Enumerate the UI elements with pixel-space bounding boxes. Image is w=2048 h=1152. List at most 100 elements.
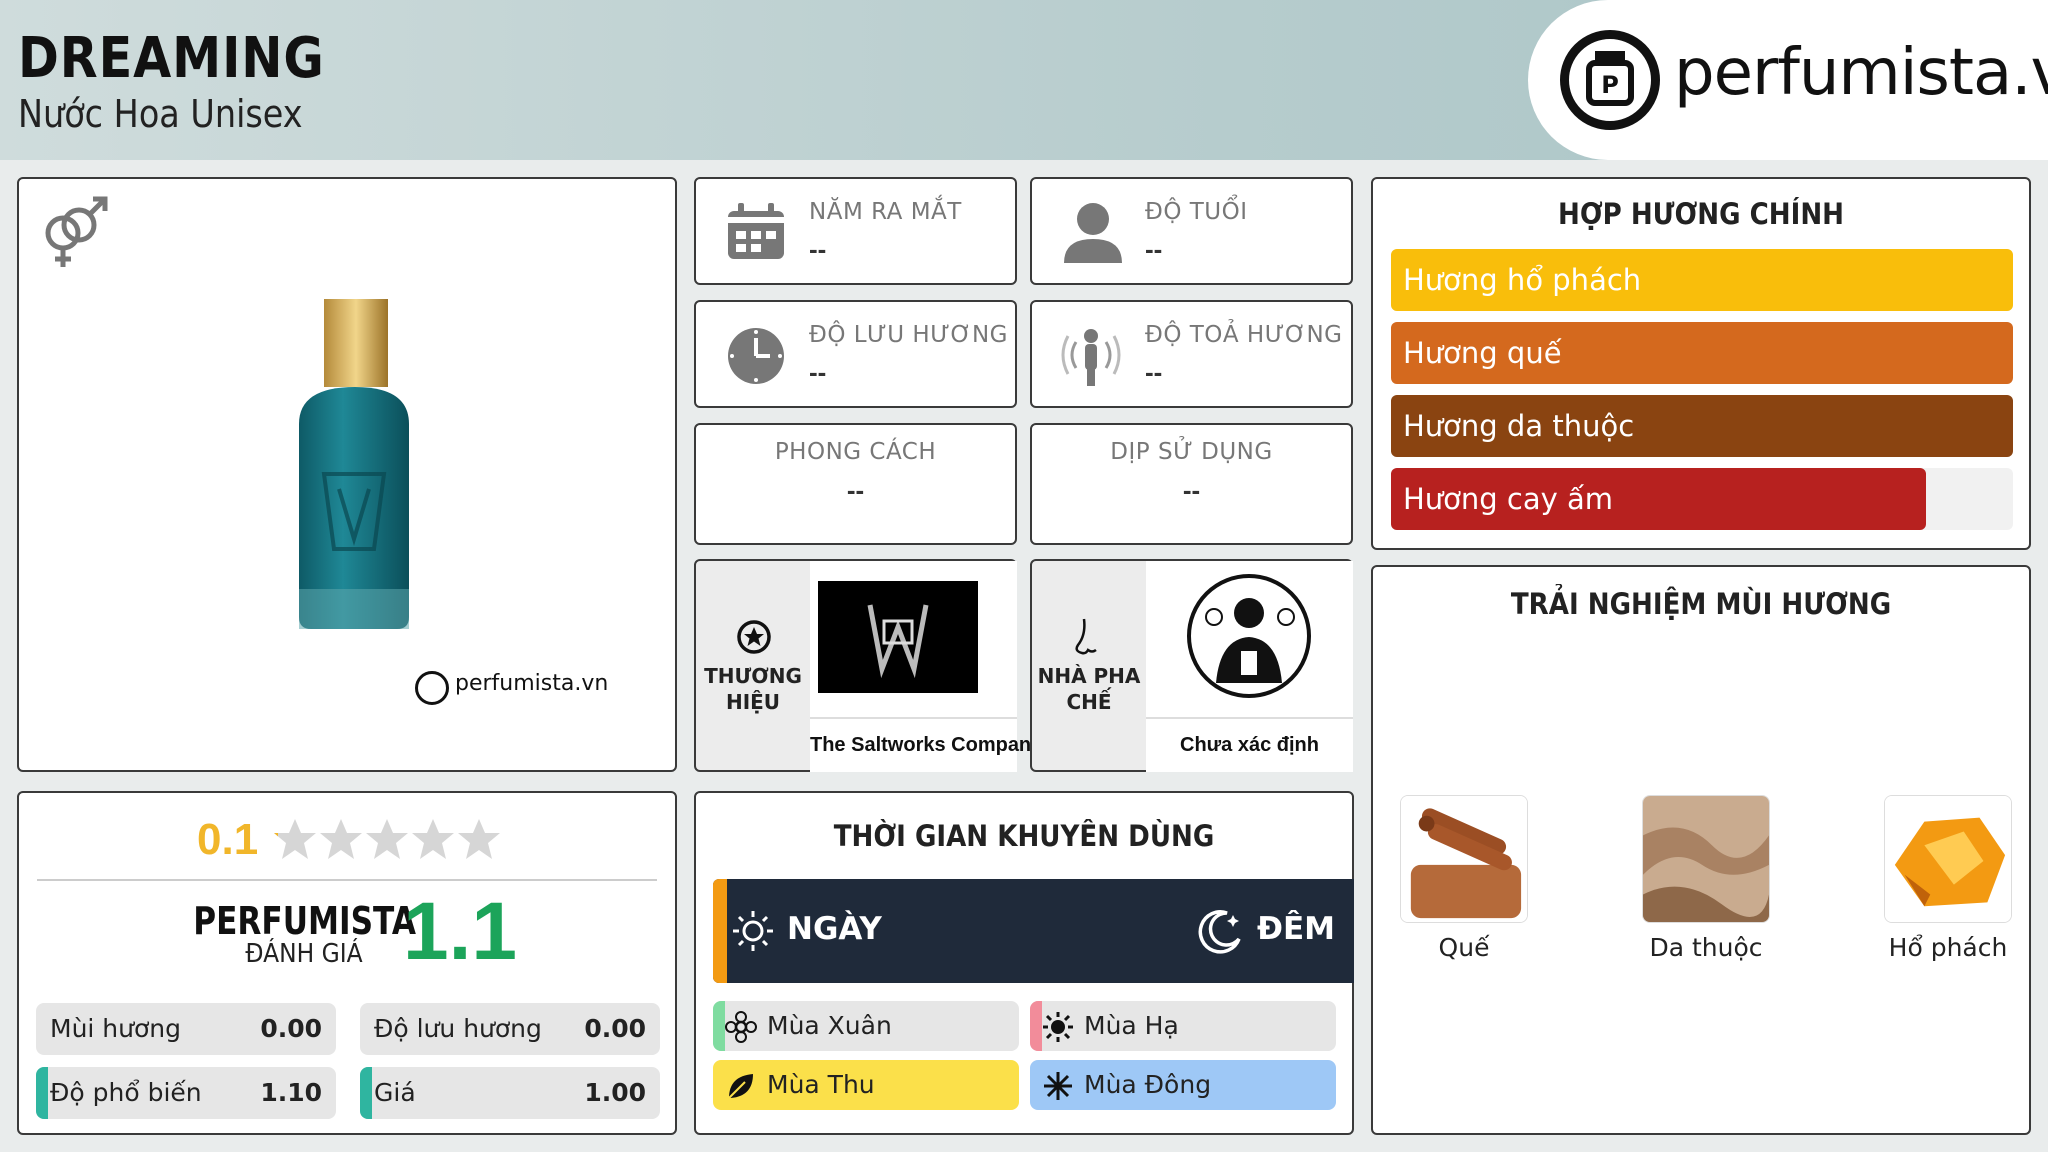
accord-bar: Hương hổ phách xyxy=(1391,249,2013,311)
metric-value: 1.10 xyxy=(260,1078,322,1107)
unisex-icon xyxy=(45,196,108,267)
star-rating[interactable] xyxy=(273,817,503,866)
style-value: -- xyxy=(846,475,865,505)
user-score: 0.1 xyxy=(197,815,259,864)
metric-value: 0.00 xyxy=(584,1014,646,1043)
star-icon[interactable] xyxy=(411,817,455,861)
brand-logo-image xyxy=(818,581,978,693)
perfumista-score: 1.1 xyxy=(403,886,517,977)
recommended-time-title: THỜI GIAN KHUYÊN DÙNG xyxy=(833,819,1215,853)
metric-label: Mùi hương xyxy=(50,1014,182,1043)
sun-icon xyxy=(733,911,773,951)
calendar-icon xyxy=(728,203,784,259)
sillage-card: ĐỘ TOẢ HƯƠNG -- xyxy=(1030,300,1353,408)
perfumista-label: PERFUMISTA xyxy=(193,899,417,943)
metric-popularity: Độ phổ biến 1.10 xyxy=(36,1067,336,1119)
metric-price: Giá 1.00 xyxy=(360,1067,660,1119)
ingredient-label: Hổ phách xyxy=(1888,933,2008,962)
perfumer-card: NHÀ PHA CHẾ Chưa xác định xyxy=(1030,559,1353,772)
flower-icon xyxy=(725,1011,757,1043)
brand-name[interactable]: The Saltworks Company xyxy=(810,717,1042,772)
season-summer: Mùa Hạ xyxy=(1030,1001,1336,1051)
clock-icon xyxy=(728,328,784,384)
style-label: PHONG CÁCH xyxy=(774,439,937,465)
ingredient-label: Da thuộc xyxy=(1649,933,1763,962)
metric-value: 1.00 xyxy=(584,1078,646,1107)
metric-label: Độ lưu hương xyxy=(374,1014,542,1043)
launch-year-value: -- xyxy=(809,234,827,264)
metric-label: Độ phổ biến xyxy=(50,1078,202,1107)
svg-text:P: P xyxy=(1601,71,1619,99)
season-winter: Mùa Đông xyxy=(1030,1060,1336,1110)
moon-icon xyxy=(1198,910,1241,954)
divider xyxy=(37,879,657,881)
style-card: PHONG CÁCH -- xyxy=(694,423,1017,545)
launch-year-label: NĂM RA MẮT xyxy=(809,199,962,225)
leaf-icon xyxy=(728,1074,753,1099)
season-label: Mùa Hạ xyxy=(1084,1011,1179,1040)
longevity-label: ĐỘ LƯU HƯƠNG xyxy=(809,322,1008,348)
product-card: perfumista.vn xyxy=(17,177,677,772)
accord-bar: Hương cay ấm xyxy=(1391,468,1926,530)
snowflake-icon xyxy=(1044,1072,1072,1100)
brand-label-line2: HIỆU xyxy=(725,690,781,714)
day-night-bar: NGÀY ĐÊM xyxy=(713,879,1354,983)
main-accords-title: HỢP HƯƠNG CHÍNH xyxy=(1557,197,1845,231)
brand-label-line1: THƯƠNG xyxy=(704,664,802,688)
sillage-value: -- xyxy=(1145,357,1163,387)
star-badge-icon xyxy=(737,620,771,654)
perfumer-name[interactable]: Chưa xác định xyxy=(1146,717,1353,772)
sun-icon xyxy=(1043,1012,1073,1042)
age-card: ĐỘ TUỔI -- xyxy=(1030,177,1353,285)
ingredient-label: Quế xyxy=(1438,933,1490,962)
season-label: Mùa Thu xyxy=(767,1070,875,1099)
leather-image xyxy=(1642,795,1770,923)
longevity-card: ĐỘ LƯU HƯƠNG -- xyxy=(694,300,1017,408)
perfumer-label-line2: CHẾ xyxy=(1066,690,1112,714)
page-title: DREAMING xyxy=(18,26,325,91)
star-icon[interactable] xyxy=(319,817,363,861)
perfume-bottle-image xyxy=(299,299,409,629)
metric-scent: Mùi hương 0.00 xyxy=(36,1003,336,1055)
accord-bar: Hương da thuộc xyxy=(1391,395,2013,457)
person-icon xyxy=(1064,203,1122,263)
occasion-label: DỊP SỬ DỤNG xyxy=(1110,439,1273,465)
star-icon[interactable] xyxy=(273,817,317,861)
star-rating-fill xyxy=(273,817,278,861)
metric-label: Giá xyxy=(374,1078,416,1107)
nose-icon xyxy=(1075,618,1097,655)
main-accords-card: HỢP HƯƠNG CHÍNH Hương hổ phách Hương quế… xyxy=(1371,177,2031,550)
accord-label: Hương cay ấm xyxy=(1403,482,1614,516)
cinnamon-image xyxy=(1400,795,1528,923)
sillage-label: ĐỘ TOẢ HƯƠNG xyxy=(1145,322,1343,348)
recommended-time-card: THỜI GIAN KHUYÊN DÙNG NGÀY ĐÊM Mùa Xuân … xyxy=(694,791,1354,1135)
accord-label: Hương da thuộc xyxy=(1403,409,1635,443)
brand-logo-area xyxy=(810,561,1017,717)
metric-longevity: Độ lưu hương 0.00 xyxy=(360,1003,660,1055)
day-label: NGÀY xyxy=(787,911,882,947)
scent-experience-card: TRẢI NGHIỆM MÙI HƯƠNG Quế Da thuộc Hổ ph… xyxy=(1371,565,2031,1135)
perfumer-avatar-icon xyxy=(1187,574,1311,698)
radiating-person-icon xyxy=(1061,329,1121,386)
perfumer-label-line1: NHÀ PHA xyxy=(1037,664,1141,688)
rating-card: 0.1 PERFUMISTA ĐÁNH GIÁ 1.1 Mùi hương 0.0… xyxy=(17,791,677,1135)
accord-bar: Hương quế xyxy=(1391,322,2013,384)
scent-experience-title: TRẢI NGHIỆM MÙI HƯƠNG xyxy=(1510,587,1892,621)
occasion-card: DỊP SỬ DỤNG -- xyxy=(1030,423,1353,545)
logo-text: perfumista.vn xyxy=(1674,36,2048,110)
star-icon[interactable] xyxy=(365,817,409,861)
age-label: ĐỘ TUỔI xyxy=(1145,199,1248,225)
review-label: ĐÁNH GIÁ xyxy=(245,939,363,969)
watermark-logo-icon xyxy=(415,671,449,705)
day-indicator xyxy=(713,879,727,983)
amber-image xyxy=(1884,795,2012,923)
launch-year-card: NĂM RA MẮT -- xyxy=(694,177,1017,285)
brand-card: THƯƠNG HIỆU The Saltworks Company xyxy=(694,559,1042,772)
star-icon[interactable] xyxy=(457,817,501,861)
night-label: ĐÊM xyxy=(1257,911,1335,947)
age-value: -- xyxy=(1145,234,1163,264)
season-spring: Mùa Xuân xyxy=(713,1001,1019,1051)
occasion-value: -- xyxy=(1182,475,1201,505)
logo-icon: P xyxy=(1560,30,1660,130)
season-autumn: Mùa Thu xyxy=(713,1060,1019,1110)
